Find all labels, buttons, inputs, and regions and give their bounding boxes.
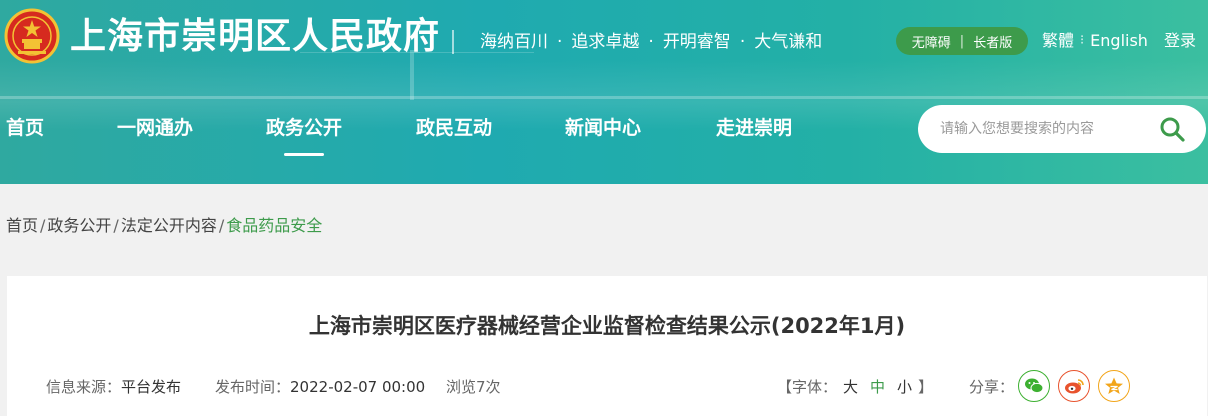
weibo-icon [1065,379,1084,394]
nav-item-government-affairs[interactable]: 政务公开 [266,110,342,156]
nav-item-online-services[interactable]: 一网通办 [117,110,193,146]
traditional-chinese-link[interactable]: 繁體 [1042,29,1074,53]
share-weibo-button[interactable] [1058,370,1090,402]
article-views: 浏览7次 [446,378,501,396]
article-card: 上海市崇明区医疗器械经营企业监督检查结果公示(2022年1月) 信息来源：平台发… [7,276,1207,416]
login-link[interactable]: 登录 [1164,29,1196,53]
nav-item-public-interaction[interactable]: 政民互动 [416,110,492,146]
font-size-open: 【字体： [777,378,838,396]
slogan-part: 海纳百川 [480,32,548,52]
share-wechat-button[interactable] [1018,370,1050,402]
breadcrumb: 首页 / 政务公开 / 法定公开内容 / 食品药品安全 [6,214,322,238]
font-size-large[interactable]: 大 [843,378,858,396]
language-switcher: 繁體 ⁝ English [1042,29,1148,53]
search-icon[interactable] [1158,115,1186,143]
site-title[interactable]: 上海市崇明区人民政府 [70,12,440,62]
article-source: 信息来源：平台发布 [46,376,181,398]
wechat-icon [1025,378,1044,394]
font-size-medium[interactable]: 中 [870,378,885,396]
breadcrumb-separator: / [113,216,119,235]
slogan-part: 大气谦和 [754,32,823,52]
search-box [918,105,1206,153]
qzone-icon [1105,377,1123,394]
search-input[interactable] [940,117,1150,141]
breadcrumb-statutory-disclosure[interactable]: 法定公开内容 [121,216,217,235]
breadcrumb-government-affairs[interactable]: 政务公开 [47,216,111,235]
bridge-deck-decoration [0,96,1208,99]
article-publish-time: 发布时间：2022-02-07 00:00 [215,376,425,398]
nav-item-home[interactable]: 首页 [6,110,44,146]
article-title: 上海市崇明区医疗器械经营企业监督检查结果公示(2022年1月) [308,314,906,338]
english-link[interactable]: English [1090,29,1148,53]
source-label: 信息来源： [46,378,122,396]
site-header: 上海市崇明区人民政府 海纳百川 · 追求卓越 · 开明睿智 · 大气谦和 无障碍 | 长者版… [0,0,1208,184]
slogan-part: 追求卓越 [571,32,640,52]
slogan-part: 开明睿智 [662,32,731,52]
share-qzone-button[interactable] [1098,370,1130,402]
nav-item-about-chongming[interactable]: 走进崇明 [716,110,792,146]
share-label: 分享： [969,378,1015,396]
accessibility-pill: 无障碍 | 长者版 [896,27,1028,55]
elder-mode-link[interactable]: 长者版 [973,32,1012,51]
language-separator: ⁝ [1080,33,1085,48]
slogan-separator: · [557,32,563,52]
breadcrumb-separator: / [40,216,46,235]
title-divider [452,30,454,54]
time-value: 2022-02-07 00:00 [290,378,426,396]
breadcrumb-food-drug-safety[interactable]: 食品药品安全 [226,216,322,235]
font-size-switcher: 【字体： 大中小】 [777,376,933,398]
breadcrumb-home[interactable]: 首页 [6,216,38,235]
slogan-separator: · [739,32,746,52]
national-emblem-icon [4,8,60,64]
nav-item-news-center[interactable]: 新闻中心 [565,110,641,146]
slogan-separator: · [648,32,654,52]
source-value: 平台发布 [121,378,182,396]
accessibility-separator: | [959,33,965,49]
barrier-free-link[interactable]: 无障碍 [912,32,951,51]
breadcrumb-separator: / [218,216,225,235]
time-label: 发布时间： [215,378,291,396]
site-slogan: 海纳百川 · 追求卓越 · 开明睿智 · 大气谦和 [480,30,822,54]
font-size-small[interactable]: 小 [897,378,912,396]
font-size-close: 】 [918,378,934,396]
